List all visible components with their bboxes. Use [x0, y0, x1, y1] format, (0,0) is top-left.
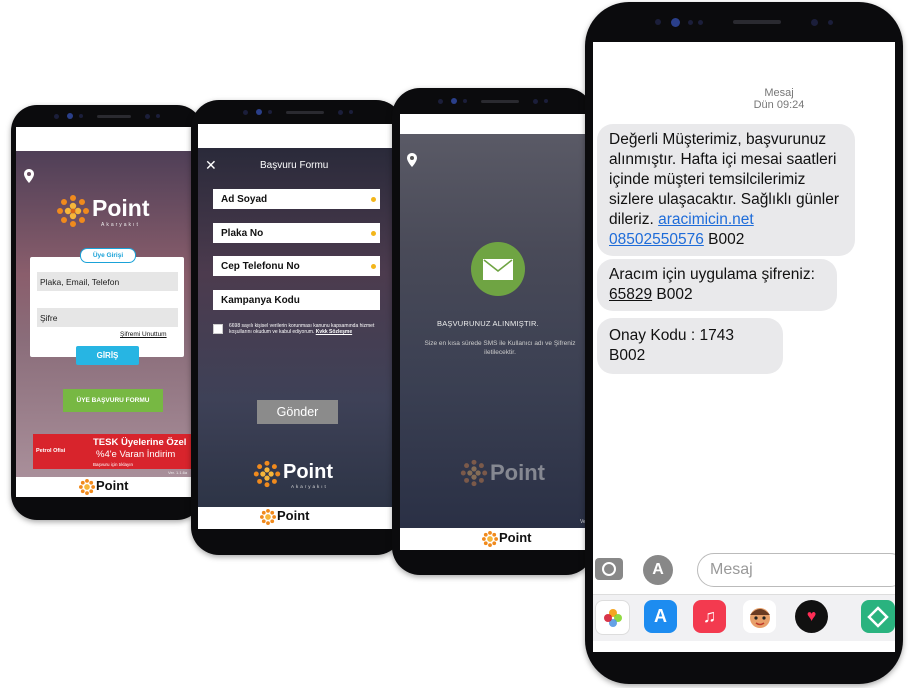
- kvkk-link[interactable]: Kvkk Sözleşme: [316, 329, 352, 335]
- name-field[interactable]: Ad Soyad: [213, 189, 380, 209]
- logo-word: Point: [490, 460, 545, 485]
- point-logo-mark-icon: [460, 459, 488, 487]
- message-bubble-3: Onay Kodu : 1743 B002: [597, 318, 783, 374]
- required-dot: [371, 264, 376, 269]
- password-input[interactable]: Şifre: [37, 308, 178, 327]
- login-button[interactable]: GİRİŞ: [76, 346, 139, 365]
- logo-subtitle: Akaryakıt: [101, 222, 140, 228]
- message-input-placeholder: Mesaj: [710, 561, 753, 578]
- messages-screen: Mesaj Dün 09:24 Değerli Müşterimiz, başv…: [593, 42, 895, 652]
- phone-confirmation: BAŞVURUNUZ ALINMIŞTIR. Size en kısa süre…: [392, 88, 594, 575]
- login-title-pill: Üye Girişi: [80, 248, 136, 263]
- phone-top-bar: [191, 100, 404, 124]
- phone-form: ✕ Başvuru Formu Ad Soyad Plaka No Cep Te…: [191, 100, 404, 555]
- point-logo: Point: [460, 459, 570, 495]
- point-logo-mark-icon: [57, 195, 89, 227]
- phone-field-label: Cep Telefonu No: [221, 260, 300, 272]
- footer-logo: Point: [482, 530, 562, 548]
- message3-text: Onay Kodu : 1743 B002: [609, 327, 734, 364]
- message1-link[interactable]: aracimicin.net: [658, 211, 754, 228]
- apply-button-label: ÜYE BAŞVURU FORMU: [76, 397, 150, 404]
- logo-subtitle: Akaryakıt: [291, 484, 328, 489]
- message2-text: Aracım için uygulama şifreniz:: [609, 266, 815, 283]
- phone-field[interactable]: Cep Telefonu No: [213, 256, 380, 276]
- apply-button[interactable]: ÜYE BAŞVURU FORMU: [63, 389, 163, 412]
- login-button-label: GİRİŞ: [96, 351, 119, 360]
- promo-banner[interactable]: Petrol Ofisi TESK Üyelerine Özel %4'e Va…: [33, 434, 194, 469]
- footer-logo-mark-icon: [482, 531, 498, 547]
- message2-code: 65829: [609, 286, 653, 303]
- campaign-code-field[interactable]: Kampanya Kodu: [213, 290, 380, 310]
- phone-login: Point Akaryakıt Üye Girişi Plaka, Email,…: [11, 105, 203, 520]
- banner-line2: %4'e Varan İndirim: [96, 449, 176, 460]
- close-icon[interactable]: ✕: [205, 157, 217, 174]
- message1-phone[interactable]: 08502550576: [609, 231, 704, 248]
- username-input[interactable]: Plaka, Email, Telefon: [37, 272, 178, 291]
- campaign-code-label: Kampanya Kodu: [221, 294, 300, 306]
- consent-text-block: 6698 sayılı kişisel verilerin korunması …: [229, 323, 379, 335]
- message1-code: B002: [708, 231, 745, 248]
- footer-logo-mark-icon: [260, 509, 276, 525]
- message-input[interactable]: Mesaj: [697, 553, 895, 587]
- banner-note: Başvuru için tıklayın: [93, 462, 134, 467]
- mail-success-icon: [471, 242, 525, 296]
- footer-logo: Point: [79, 478, 149, 496]
- music-icon[interactable]: ♫: [693, 600, 726, 633]
- logo-word: Point: [92, 195, 150, 221]
- message-bubble-1: Değerli Müşterimiz, başvurunuz alınmıştı…: [597, 124, 855, 256]
- consent-text: 6698 sayılı kişisel verilerin korunması …: [229, 323, 375, 335]
- confirmation-body: Size en kısa sürede SMS ile Kullanıcı ad…: [424, 340, 576, 356]
- photos-icon[interactable]: [595, 600, 630, 635]
- username-placeholder: Plaka, Email, Telefon: [40, 276, 120, 287]
- footer-logo: Point: [260, 508, 340, 526]
- phone-top-bar: [585, 2, 903, 42]
- memoji-icon[interactable]: [743, 600, 776, 633]
- footer-logo-word: Point: [277, 508, 310, 523]
- banner-line1: TESK Üyelerine Özel: [93, 437, 187, 448]
- footer-logo-mark-icon: [79, 479, 95, 495]
- confirmation-heading: BAŞVURUNUZ ALINMIŞTIR.: [437, 319, 539, 328]
- submit-button[interactable]: Gönder: [257, 400, 338, 424]
- location-pin-icon[interactable]: [24, 169, 34, 183]
- location-pin-icon[interactable]: [407, 153, 417, 167]
- point-logo: Point Akaryakıt: [56, 192, 166, 232]
- plate-field-label: Plaka No: [221, 227, 264, 239]
- footer-logo-word: Point: [499, 530, 532, 545]
- phone-messages: Mesaj Dün 09:24 Değerli Müşterimiz, başv…: [585, 2, 903, 684]
- consent-checkbox[interactable]: [213, 324, 223, 334]
- logo-word: Point: [283, 461, 333, 483]
- form-title: Başvuru Formu: [260, 160, 329, 171]
- required-dot: [371, 197, 376, 202]
- confirmation-screen: BAŞVURUNUZ ALINMIŞTIR. Size en kısa süre…: [400, 114, 590, 550]
- camera-icon[interactable]: [595, 558, 623, 580]
- point-logo-mark-icon: [253, 460, 281, 488]
- app-store-icon[interactable]: A: [644, 600, 677, 633]
- footer-logo-word: Point: [96, 478, 129, 493]
- app-store-toggle-icon[interactable]: A: [643, 555, 673, 585]
- password-placeholder: Şifre: [40, 312, 58, 323]
- submit-button-label: Gönder: [276, 405, 319, 419]
- message-timestamp: Dün 09:24: [753, 99, 805, 111]
- phone-top-bar: [11, 105, 203, 127]
- required-dot: [371, 231, 376, 236]
- digital-touch-icon[interactable]: ♥: [795, 600, 828, 633]
- version-label: Ver. 1.1.6a: [168, 470, 188, 475]
- green-app-icon[interactable]: [861, 600, 895, 633]
- message-bubble-2: Aracım için uygulama şifreniz: 65829 B00…: [597, 259, 837, 311]
- phone-top-bar: [392, 88, 594, 114]
- petrol-ofisi-logo: Petrol Ofisi: [36, 448, 66, 454]
- message2-suffix: B002: [656, 286, 693, 303]
- point-logo: Point Akaryakıt: [253, 460, 363, 496]
- form-screen: ✕ Başvuru Formu Ad Soyad Plaka No Cep Te…: [198, 124, 397, 529]
- conversation-header: Mesaj Dün 09:24: [593, 87, 895, 111]
- forgot-password-link[interactable]: Şifremi Unuttum: [120, 331, 167, 338]
- name-field-label: Ad Soyad: [221, 193, 268, 205]
- contact-name: Mesaj: [764, 87, 794, 99]
- login-screen: Point Akaryakıt Üye Girişi Plaka, Email,…: [16, 127, 198, 497]
- plate-field[interactable]: Plaka No: [213, 223, 380, 243]
- login-title: Üye Girişi: [92, 252, 124, 259]
